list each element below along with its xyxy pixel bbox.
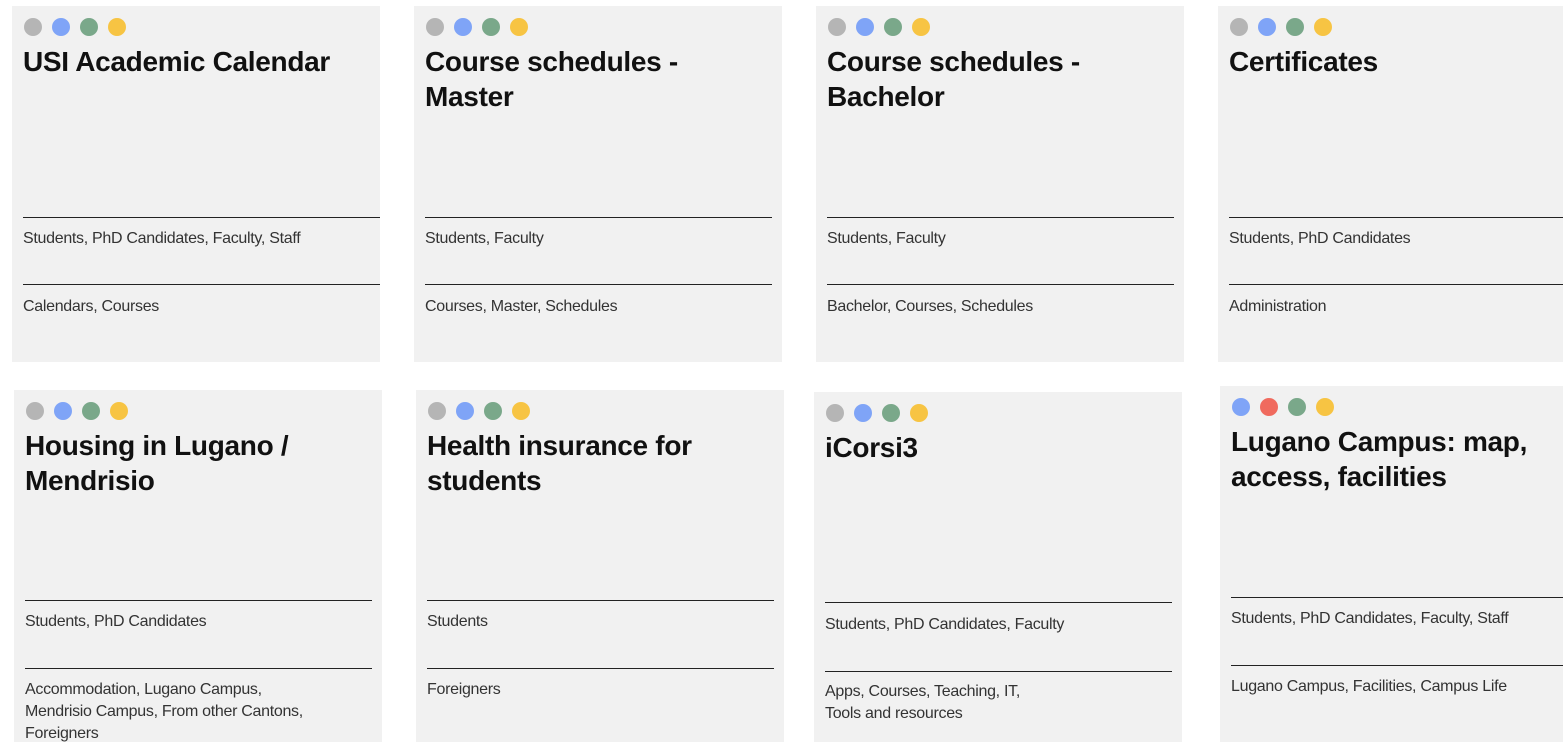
dot-icon <box>856 18 874 36</box>
divider <box>427 668 774 669</box>
divider <box>1229 284 1563 285</box>
dot-icon <box>1314 18 1332 36</box>
card-audience: Students, PhD Candidates <box>1229 230 1411 247</box>
card-audience: Students, PhD Candidates, Faculty, Staff <box>23 230 301 247</box>
card-lugano-campus-map[interactable]: Lugano Campus: map, access, facilities S… <box>1220 386 1563 742</box>
divider <box>23 284 380 285</box>
divider <box>25 668 372 669</box>
card-audience: Students, PhD Candidates, Faculty <box>825 616 1065 633</box>
dot-icon <box>426 18 444 36</box>
dot-icon <box>454 18 472 36</box>
dot-icon <box>912 18 930 36</box>
card-title[interactable]: USI Academic Calendar <box>23 44 363 79</box>
divider <box>827 217 1174 218</box>
card-audience: Students, PhD Candidates, Faculty, Staff <box>1231 610 1509 627</box>
divider <box>425 217 772 218</box>
card-tags: Courses, Master, Schedules <box>425 298 618 315</box>
card-audience: Students, PhD Candidates <box>25 613 207 630</box>
card-health-insurance[interactable]: Health insurance for students Students F… <box>416 390 784 742</box>
card-tags: Foreigners <box>427 681 501 698</box>
dot-icon <box>510 18 528 36</box>
dot-icon <box>884 18 902 36</box>
audience-dots <box>26 402 128 420</box>
dot-icon <box>482 18 500 36</box>
divider <box>827 284 1174 285</box>
card-tags: Calendars, Courses <box>23 298 159 315</box>
card-audience: Students, Faculty <box>827 230 946 247</box>
card-usi-academic-calendar[interactable]: USI Academic Calendar Students, PhD Cand… <box>12 6 380 362</box>
dot-icon <box>1260 398 1278 416</box>
divider <box>425 284 772 285</box>
dot-icon <box>54 402 72 420</box>
dot-icon <box>1286 18 1304 36</box>
divider <box>1229 217 1563 218</box>
dot-icon <box>80 18 98 36</box>
divider <box>1231 665 1563 666</box>
dot-icon <box>882 404 900 422</box>
card-title[interactable]: Course schedules - Master <box>425 44 765 114</box>
divider <box>1231 597 1563 598</box>
card-certificates[interactable]: Certificates Students, PhD Candidates Ad… <box>1218 6 1563 362</box>
dot-icon <box>110 402 128 420</box>
dot-icon <box>828 18 846 36</box>
dot-icon <box>1258 18 1276 36</box>
audience-dots <box>1230 18 1332 36</box>
card-title[interactable]: Health insurance for students <box>427 428 767 498</box>
dot-icon <box>854 404 872 422</box>
dot-icon <box>1288 398 1306 416</box>
dot-icon <box>82 402 100 420</box>
divider <box>23 217 380 218</box>
card-title[interactable]: Course schedules - Bachelor <box>827 44 1167 114</box>
dot-icon <box>108 18 126 36</box>
card-tags: Bachelor, Courses, Schedules <box>827 298 1033 315</box>
divider <box>825 602 1172 603</box>
dot-icon <box>910 404 928 422</box>
card-audience: Students, Faculty <box>425 230 544 247</box>
dot-icon <box>24 18 42 36</box>
card-icorsi3[interactable]: iCorsi3 Students, PhD Candidates, Facult… <box>814 392 1182 742</box>
audience-dots <box>828 18 930 36</box>
card-title[interactable]: Certificates <box>1229 44 1563 79</box>
card-tags: Apps, Courses, Teaching, IT, Tools and r… <box>825 683 1020 722</box>
dot-icon <box>1232 398 1250 416</box>
divider <box>427 600 774 601</box>
card-title[interactable]: Lugano Campus: map, access, facilities <box>1231 424 1563 494</box>
dot-icon <box>826 404 844 422</box>
audience-dots <box>826 404 928 422</box>
dot-icon <box>1230 18 1248 36</box>
dot-icon <box>1316 398 1334 416</box>
dot-icon <box>428 402 446 420</box>
card-tags: Administration <box>1229 298 1327 315</box>
card-course-schedules-bachelor[interactable]: Course schedules - Bachelor Students, Fa… <box>816 6 1184 362</box>
card-tags: Accommodation, Lugano Campus, Mendrisio … <box>25 681 303 742</box>
dot-icon <box>484 402 502 420</box>
card-course-schedules-master[interactable]: Course schedules - Master Students, Facu… <box>414 6 782 362</box>
audience-dots <box>426 18 528 36</box>
dot-icon <box>26 402 44 420</box>
card-housing-lugano-mendrisio[interactable]: Housing in Lugano / Mendrisio Students, … <box>14 390 382 742</box>
card-audience: Students <box>427 613 488 630</box>
card-title[interactable]: Housing in Lugano / Mendrisio <box>25 428 365 498</box>
audience-dots <box>428 402 530 420</box>
audience-dots <box>24 18 126 36</box>
audience-dots <box>1232 398 1334 416</box>
card-tags: Lugano Campus, Facilities, Campus Life <box>1231 678 1507 695</box>
dot-icon <box>52 18 70 36</box>
dot-icon <box>512 402 530 420</box>
divider <box>25 600 372 601</box>
dot-icon <box>456 402 474 420</box>
card-title[interactable]: iCorsi3 <box>825 430 1165 465</box>
divider <box>825 671 1172 672</box>
